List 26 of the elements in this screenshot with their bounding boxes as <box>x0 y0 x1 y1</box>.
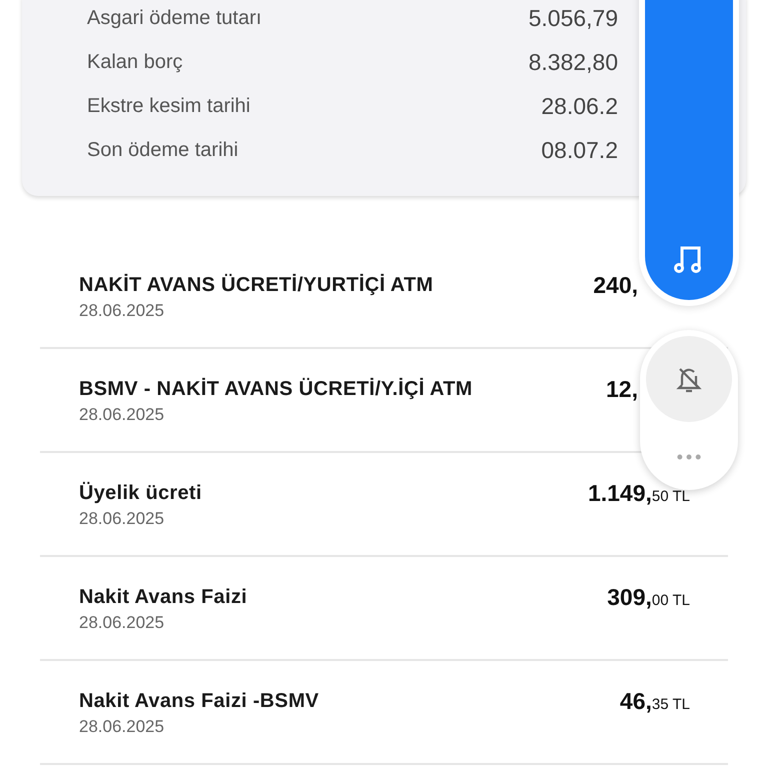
summary-value: 8.382,80 <box>528 48 618 77</box>
transaction-title: Nakit Avans Faizi -BSMV <box>79 689 319 714</box>
transaction-title: Üyelik ücreti <box>79 480 202 506</box>
transaction-date: 28.06.2025 <box>79 612 166 634</box>
summary-value: 08.07.2 <box>541 136 618 165</box>
transaction-date: 28.06.2025 <box>79 508 166 530</box>
transaction-amount: 12, <box>606 375 638 404</box>
transaction-date: 28.06.2025 <box>79 404 166 426</box>
transaction-title: NAKİT AVANS ÜCRETİ/YURTİÇİ ATM <box>79 272 434 298</box>
transaction-amount: 240, <box>593 271 638 300</box>
summary-label: Asgari ödeme tutarı <box>87 6 262 31</box>
mute-button[interactable] <box>646 336 732 422</box>
summary-label: Son ödeme tarihi <box>87 138 238 163</box>
transaction-title: BSMV - NAKİT AVANS ÜCRETİ/Y.İÇİ ATM <box>79 376 472 402</box>
summary-label: Ekstre kesim tarihi <box>87 94 250 119</box>
transaction-amount: 1.149,50 TL <box>588 479 690 508</box>
transaction-title: Nakit Avans Faizi <box>79 585 248 610</box>
summary-value: 28.06.2 <box>541 92 618 121</box>
transaction-amount: 46,35 TL <box>620 687 690 716</box>
transaction-date: 28.06.2025 <box>79 300 166 322</box>
transaction-amount: 309,00 TL <box>607 583 690 612</box>
transaction-date: 28.06.2025 <box>79 716 166 738</box>
music-button[interactable] <box>645 0 733 300</box>
summary-label: Kalan borç <box>87 50 183 75</box>
summary-value: 5.056,79 <box>528 4 618 33</box>
more-icon <box>677 453 701 461</box>
